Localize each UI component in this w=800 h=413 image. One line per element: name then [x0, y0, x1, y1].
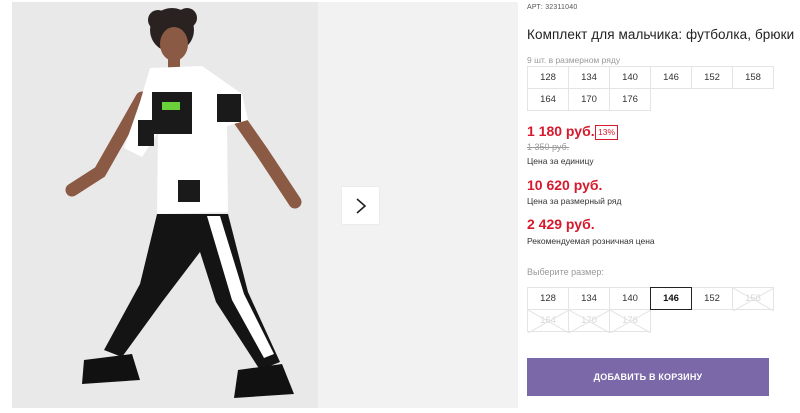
unavailable-cross-icon — [733, 288, 774, 311]
size-option-164: 164 — [527, 309, 569, 333]
add-to-cart-button[interactable]: ДОБАВИТЬ В КОРЗИНУ — [527, 358, 769, 396]
unit-price-caption: Цена за единицу — [527, 156, 594, 166]
sku: АРТ: 32311040 — [527, 4, 577, 11]
unit-price: 1 180 руб. — [527, 123, 595, 139]
product-photo-image — [12, 2, 318, 408]
old-price: 1 350 руб. — [527, 142, 570, 152]
row-price: 10 620 руб. — [527, 177, 603, 193]
sku-value: 32311040 — [545, 4, 578, 11]
size-row-item: 146 — [650, 66, 692, 89]
size-row-item: 164 — [527, 88, 569, 111]
size-option-128[interactable]: 128 — [527, 287, 569, 310]
rrp-price-caption: Рекомендуемая розничная цена — [527, 236, 655, 246]
size-row-item: 170 — [568, 88, 610, 111]
row-price-caption: Цена за размерный ряд — [527, 196, 622, 206]
unavailable-cross-icon — [528, 310, 569, 333]
size-row-item: 128 — [527, 66, 569, 89]
size-row-grid: 128 134 140 146 152 158 164 170 176 — [527, 66, 774, 111]
size-option-158: 158 — [732, 287, 774, 311]
size-option-152[interactable]: 152 — [691, 287, 733, 310]
size-row-item: 134 — [568, 66, 610, 89]
size-row-item: 176 — [609, 88, 651, 111]
unavailable-cross-icon — [569, 310, 610, 333]
size-option-134[interactable]: 134 — [568, 287, 610, 310]
size-option-140[interactable]: 140 — [609, 287, 651, 310]
size-select-grid: 128 134 140 146 152 158 164 170 176 — [527, 287, 774, 333]
chevron-right-icon — [355, 197, 366, 214]
product-photo[interactable] — [12, 2, 318, 408]
unavailable-cross-icon — [610, 310, 651, 333]
discount-badge: 13% — [595, 125, 619, 140]
rrp-price: 2 429 руб. — [527, 216, 595, 232]
size-select-label: Выберите размер: — [527, 267, 604, 277]
size-option-170: 170 — [568, 309, 610, 333]
size-row-item: 140 — [609, 66, 651, 89]
size-option-176: 176 — [609, 309, 651, 333]
sku-label: АРТ: — [527, 4, 544, 11]
pack-note: 9 шт. в размерном ряду — [527, 55, 621, 65]
size-row-item: 152 — [691, 66, 733, 89]
gallery-next-button[interactable] — [342, 187, 379, 224]
size-option-146[interactable]: 146 — [650, 287, 692, 310]
product-title: Комплект для мальчика: футболка, брюки — [527, 27, 795, 42]
size-row-item: 158 — [732, 66, 774, 89]
